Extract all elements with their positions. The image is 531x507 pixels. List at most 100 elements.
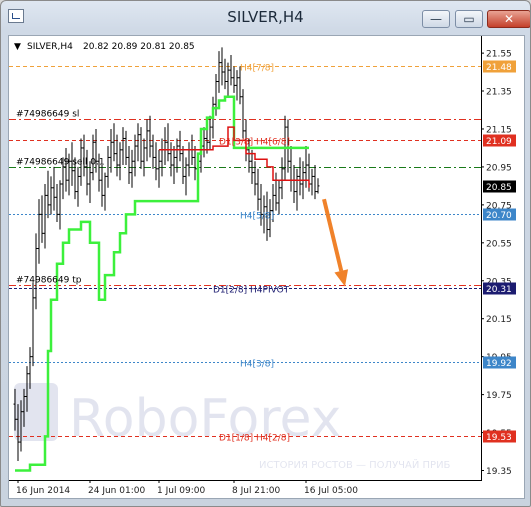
window-title: SILVER,H4 [227, 8, 304, 26]
price-bar [43, 184, 47, 249]
restore-button[interactable]: ▭ [455, 10, 483, 28]
order-entry-level-label: #74986649 sell 0.1 [16, 158, 105, 168]
last-price-badge: 20.85 [483, 180, 516, 193]
price-bar [46, 170, 50, 219]
time-tick-label: 8 Jul 21:00 [232, 486, 281, 496]
svg-text:20.31: 20.31 [486, 285, 512, 295]
price-chart[interactable]: RoboForex ИСТОРИЯ РОСТОВ — ПОЛУЧАЙ ПРИБ … [9, 36, 524, 498]
price-bar [151, 134, 155, 169]
price-bar [280, 157, 284, 200]
navy-level-price-badge: 20.31 [483, 282, 516, 295]
price-bar [178, 130, 182, 162]
svg-text:20.70: 20.70 [486, 211, 512, 221]
price-bar [181, 146, 185, 184]
price-bar [187, 142, 191, 177]
time-axis[interactable]: 16 Jun 2014 24 Jun 01:00 1 Jul 09:00 8 Jul … [16, 480, 358, 496]
price-bar [124, 130, 128, 166]
price-bar [157, 149, 161, 188]
price-bar [163, 127, 167, 166]
price-bar [310, 168, 314, 196]
forecast-arrow [322, 198, 349, 287]
title-bar[interactable]: SILVER,H4 — ▭ ✕ [1, 1, 530, 34]
orange-level-label: H4[7/8] [240, 64, 274, 74]
time-tick-label: 1 Jul 09:00 [157, 486, 206, 496]
price-bar [58, 180, 62, 230]
price-bar [34, 233, 38, 310]
lightblue-level-label: H4[3/8] [240, 360, 274, 370]
price-bar [172, 146, 176, 184]
price-bar [142, 138, 146, 177]
price-bar [37, 199, 41, 264]
lightblue-level-price-badge: 19.92 [483, 356, 516, 369]
price-bar [169, 142, 173, 177]
header-ohlc: 20.82 20.89 20.81 20.85 [83, 42, 195, 52]
navy-level-label: D1[2/8] H4PIVOT [213, 286, 290, 296]
price-badges: 21.48 21.09 20.70 20.31 19.92 19.53 20.85 [483, 60, 516, 443]
red-trailing-line [159, 126, 310, 188]
price-bar [202, 127, 206, 158]
price-bar [214, 73, 218, 116]
price-bar [160, 138, 164, 177]
price-axis[interactable]: 21.5521.3521.1520.9520.7520.5520.3520.15… [481, 50, 512, 477]
price-bar [226, 62, 230, 97]
svg-text:20.85: 20.85 [486, 183, 512, 193]
price-bar [253, 161, 257, 196]
price-bar [55, 184, 59, 222]
price-bar [229, 54, 233, 86]
time-tick-label: 24 Jun 01:00 [88, 486, 145, 496]
chart-window: SILVER,H4 — ▭ ✕ RoboForex ИСТОРИЯ РОСТОВ… [0, 0, 531, 507]
price-bar [250, 149, 254, 184]
price-bar [136, 123, 140, 162]
price-tick-label: 20.15 [486, 315, 512, 325]
price-bar [292, 165, 296, 203]
price-tick-label: 21.15 [486, 125, 512, 135]
watermark-tagline: ИСТОРИЯ РОСТОВ — ПОЛУЧАЙ ПРИБ [259, 458, 451, 471]
order-tp-level-label: #74986649 tp [16, 276, 82, 286]
red-level-label: D1[3/8] H4[6/8] [219, 138, 290, 148]
price-bar [148, 115, 152, 158]
price-bar [274, 172, 278, 211]
price-bar [298, 157, 302, 196]
price-tick-label: 21.55 [486, 50, 512, 60]
price-bar [106, 146, 110, 188]
order-sl-level-label: #74986649 sl [16, 110, 79, 120]
price-bar [316, 178, 320, 194]
blue-level-label: H4[5/8] [240, 212, 274, 222]
price-bar [289, 146, 293, 192]
header-marker[interactable]: ▼ [14, 42, 21, 52]
price-bar [103, 172, 107, 211]
price-bar [118, 142, 122, 181]
bottom-red-level-price-badge: 19.53 [483, 430, 516, 443]
price-bar [193, 146, 197, 181]
levels-layer [9, 66, 481, 437]
minimize-button[interactable]: — [422, 10, 450, 28]
price-bar [232, 66, 236, 93]
price-bar [127, 146, 131, 184]
price-bar [208, 115, 212, 150]
blue-level-price-badge: 20.70 [483, 208, 516, 221]
price-bar [52, 166, 56, 211]
header-symbol: SILVER,H4 [27, 42, 73, 52]
price-bar [40, 195, 44, 243]
svg-text:21.48: 21.48 [486, 63, 512, 73]
price-tick-label: 21.35 [486, 88, 512, 98]
watermark: RoboForex ИСТОРИЯ РОСТОВ — ПОЛУЧАЙ ПРИБ [14, 383, 451, 471]
price-bar [112, 123, 116, 162]
chart-area[interactable]: RoboForex ИСТОРИЯ РОСТОВ — ПОЛУЧАЙ ПРИБ … [8, 35, 525, 499]
price-bar [28, 347, 32, 389]
price-bar [166, 123, 170, 162]
price-tick-label: 19.35 [486, 467, 512, 477]
price-bar [184, 157, 188, 196]
price-bar [64, 147, 68, 192]
price-bar [121, 127, 125, 166]
price-bar [256, 168, 260, 211]
price-bar [235, 70, 239, 101]
orange-level-price-badge: 21.48 [483, 60, 516, 73]
price-bar [241, 89, 245, 139]
price-bar [139, 127, 143, 169]
svg-text:19.92: 19.92 [486, 359, 512, 369]
price-bar [109, 128, 113, 173]
close-button[interactable]: ✕ [487, 10, 530, 28]
red-level-price-badge: 21.09 [483, 134, 516, 147]
price-bar [223, 58, 227, 90]
